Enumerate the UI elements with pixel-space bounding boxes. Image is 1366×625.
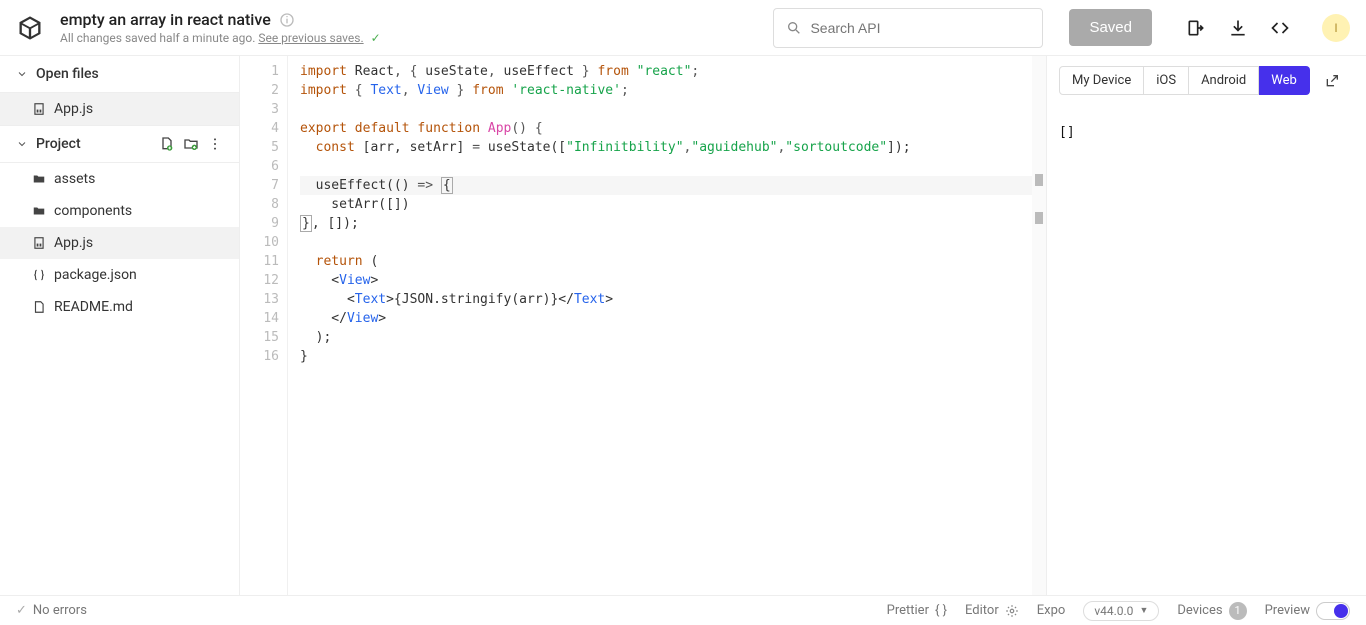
tab-web[interactable]: Web <box>1259 66 1310 95</box>
header-actions: I <box>1186 14 1350 42</box>
title-block: empty an array in react native All chang… <box>60 10 381 45</box>
project-item-README-md[interactable]: README.md <box>0 291 239 323</box>
devices-count-badge: 1 <box>1229 602 1247 620</box>
expo-label: Expo <box>1037 603 1066 618</box>
logo-icon <box>16 14 44 42</box>
check-icon: ✓ <box>371 31 381 45</box>
toggle-switch[interactable] <box>1316 602 1350 620</box>
save-status: All changes saved half a minute ago. See… <box>60 31 381 45</box>
gear-icon <box>1005 604 1019 618</box>
no-errors-label: No errors <box>33 603 87 618</box>
info-icon[interactable] <box>279 12 295 28</box>
new-file-icon[interactable] <box>159 136 175 152</box>
file-name: assets <box>54 171 95 187</box>
project-label: Project <box>36 136 81 152</box>
js-icon <box>32 236 46 250</box>
open-file-item[interactable]: App.js <box>0 93 239 125</box>
folder-icon <box>32 204 46 218</box>
project-item-package-json[interactable]: package.json <box>0 259 239 291</box>
sidebar: Open files App.js Project assets componen… <box>0 56 240 595</box>
no-errors-status[interactable]: ✓ No errors <box>16 603 87 618</box>
chevron-down-icon <box>16 138 28 150</box>
open-files-label: Open files <box>36 66 99 82</box>
save-status-text: All changes saved half a minute ago. <box>60 31 258 45</box>
embed-icon[interactable] <box>1270 18 1290 38</box>
see-previous-saves-link[interactable]: See previous saves. <box>258 31 363 45</box>
project-item-assets[interactable]: assets <box>0 163 239 195</box>
new-folder-icon[interactable] <box>183 136 199 152</box>
avatar[interactable]: I <box>1322 14 1350 42</box>
braces-icon: { } <box>935 603 947 618</box>
file-name: App.js <box>54 101 93 117</box>
gutter: 12345678910111213141516 <box>240 56 288 595</box>
project-title[interactable]: empty an array in react native <box>60 10 271 29</box>
statusbar: ✓ No errors Prettier { } Editor Expo v44… <box>0 595 1366 625</box>
file-name: App.js <box>54 235 93 251</box>
devices-button[interactable]: Devices 1 <box>1177 602 1246 620</box>
editor-scrollbar[interactable] <box>1032 56 1046 595</box>
project-item-App-js[interactable]: App.js <box>0 227 239 259</box>
preview-toggle[interactable]: Preview <box>1265 602 1350 620</box>
prettier-label: Prettier <box>887 603 929 618</box>
editor-settings-button[interactable]: Editor <box>965 603 1019 618</box>
version-label: v44.0.0 <box>1094 604 1133 618</box>
devices-label: Devices <box>1177 603 1222 618</box>
file-name: package.json <box>54 267 137 283</box>
editor-label: Editor <box>965 603 999 618</box>
more-icon[interactable] <box>207 136 223 152</box>
editor[interactable]: 12345678910111213141516 import React, { … <box>240 56 1046 595</box>
js-file-icon <box>32 102 46 116</box>
tab-android[interactable]: Android <box>1189 66 1259 95</box>
folder-icon <box>32 172 46 186</box>
json-icon <box>32 268 46 282</box>
expo-version-select[interactable]: v44.0.0 ▼ <box>1083 601 1159 621</box>
popout-icon[interactable] <box>1324 73 1340 89</box>
header: empty an array in react native All chang… <box>0 0 1366 56</box>
preview-label: Preview <box>1265 603 1310 618</box>
search-box[interactable] <box>773 8 1043 48</box>
saved-button[interactable]: Saved <box>1069 9 1152 46</box>
preview-panel: My DeviceiOSAndroidWeb [] <box>1046 56 1366 595</box>
file-name: README.md <box>54 299 133 315</box>
prettier-button[interactable]: Prettier { } <box>887 603 947 618</box>
tab-ios[interactable]: iOS <box>1144 66 1189 95</box>
chevron-down-icon: ▼ <box>1139 605 1148 616</box>
download-icon[interactable] <box>1228 18 1248 38</box>
preview-output: [] <box>1059 95 1354 140</box>
main: Open files App.js Project assets componen… <box>0 56 1366 595</box>
project-item-components[interactable]: components <box>0 195 239 227</box>
open-files-header[interactable]: Open files <box>0 56 239 93</box>
project-header[interactable]: Project <box>0 125 239 163</box>
md-icon <box>32 300 46 314</box>
chevron-down-icon <box>16 68 28 80</box>
search-icon <box>786 20 802 36</box>
exit-icon[interactable] <box>1186 18 1206 38</box>
device-tabs: My DeviceiOSAndroidWeb <box>1059 66 1310 95</box>
file-name: components <box>54 203 132 219</box>
check-icon: ✓ <box>16 603 27 618</box>
tab-my-device[interactable]: My Device <box>1059 66 1144 95</box>
code-area[interactable]: import React, { useState, useEffect } fr… <box>288 56 1032 595</box>
search-input[interactable] <box>810 20 1030 36</box>
